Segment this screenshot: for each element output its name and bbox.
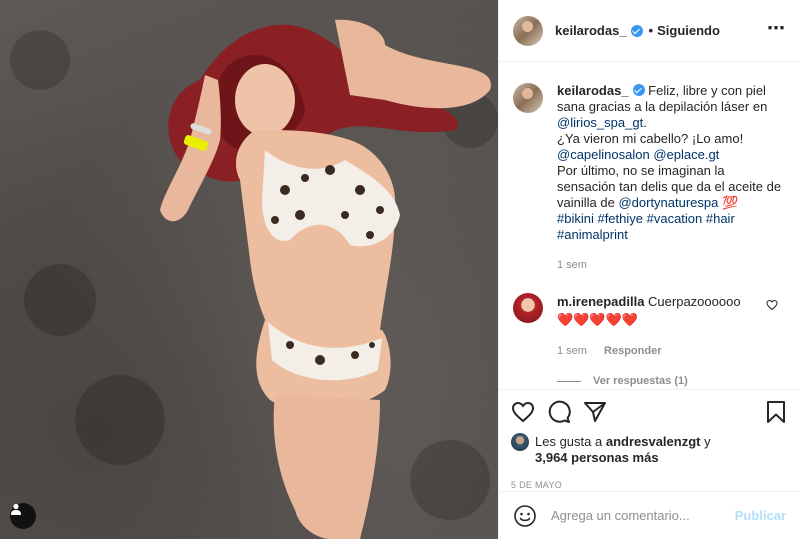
separator: • (648, 23, 654, 38)
liker-username[interactable]: andresvalenzgt (606, 434, 701, 449)
instagram-post: keilarodas_ • Siguiendo ⋯ keilarodas_ Fe… (0, 0, 800, 539)
post-date[interactable]: 5 DE MAYO (511, 480, 788, 490)
hundred-emoji: 💯 (722, 195, 739, 210)
follow-status-button[interactable]: Siguiendo (657, 23, 720, 38)
caption: keilarodas_ Feliz, libre y con piel sana… (513, 83, 786, 243)
photo-illustration (10, 19, 498, 539)
post-header: keilarodas_ • Siguiendo ⋯ (499, 0, 800, 62)
mention-link[interactable]: @capelinosalon (557, 147, 650, 162)
likes-prefix: Les gusta a (535, 434, 603, 449)
mention-link[interactable]: @dortynaturespa (618, 195, 718, 210)
caption-time[interactable]: 1 sem (557, 259, 587, 271)
post-side-panel: keilarodas_ • Siguiendo ⋯ keilarodas_ Fe… (498, 0, 800, 539)
comment-body: Cuerpazoooooo (648, 294, 741, 309)
action-icons (511, 400, 788, 424)
tagged-users-button[interactable] (10, 503, 36, 529)
emoji-icon[interactable] (513, 504, 537, 528)
caption-line: . (643, 115, 647, 130)
mention-link[interactable]: @eplace.gt (653, 147, 719, 162)
avatar[interactable] (513, 15, 543, 46)
author-username[interactable]: keilarodas_ (555, 23, 627, 38)
comment-username[interactable]: m.irenepadilla (557, 294, 644, 309)
caption-line: ¿Ya vieron mi cabello? ¡Lo amo! (557, 131, 744, 146)
likes-summary: Les gusta a andresvalenzgt y 3,964 perso… (511, 433, 788, 466)
comment-icon[interactable] (547, 400, 571, 424)
more-options-icon[interactable]: ⋯ (767, 19, 786, 37)
caption-username[interactable]: keilarodas_ (557, 83, 629, 98)
hashtags-link[interactable]: #bikini #fethiye #vacation #hair #animal… (557, 211, 735, 242)
comment-text: m.irenepadilla Cuerpazoooooo ❤️❤️❤️❤️❤️ (557, 293, 757, 329)
add-comment-bar: Agrega un comentario... Publicar (499, 491, 800, 539)
comment-input[interactable]: Agrega un comentario... (551, 508, 735, 523)
replies-line (557, 380, 581, 382)
mention-link[interactable]: @lirios_spa_gt (557, 115, 643, 130)
view-replies-label: Ver respuestas (1) (593, 375, 688, 387)
comment-meta: 1 sem Responder (557, 345, 786, 357)
post-photo[interactable] (0, 0, 498, 539)
publish-button[interactable]: Publicar (735, 508, 786, 523)
comment: m.irenepadilla Cuerpazoooooo ❤️❤️❤️❤️❤️ (513, 293, 786, 329)
avatar[interactable] (511, 433, 529, 451)
action-bar: Les gusta a andresvalenzgt y 3,964 perso… (499, 389, 800, 490)
likes-connector: y (704, 434, 711, 449)
verified-badge-icon (632, 84, 645, 96)
caption-meta: 1 sem (557, 259, 786, 271)
likes-text: Les gusta a andresvalenzgt y 3,964 perso… (535, 434, 711, 466)
caption-text: keilarodas_ Feliz, libre y con piel sana… (557, 83, 786, 243)
avatar[interactable] (513, 83, 543, 113)
heart-icon[interactable] (511, 400, 535, 424)
verified-badge-icon (630, 24, 643, 37)
share-icon[interactable] (583, 400, 607, 424)
hearts-emoji: ❤️❤️❤️❤️❤️ (557, 312, 638, 327)
avatar[interactable] (513, 293, 543, 323)
reply-button[interactable]: Responder (604, 345, 661, 357)
comment-time[interactable]: 1 sem (557, 345, 587, 357)
likes-count[interactable]: 3,964 personas más (535, 450, 659, 465)
like-comment-heart-icon[interactable] (766, 299, 778, 311)
user-icon (11, 503, 21, 515)
comments-section: keilarodas_ Feliz, libre y con piel sana… (499, 63, 800, 388)
bookmark-icon[interactable] (764, 400, 788, 424)
view-replies-button[interactable]: Ver respuestas (1) (557, 375, 786, 387)
